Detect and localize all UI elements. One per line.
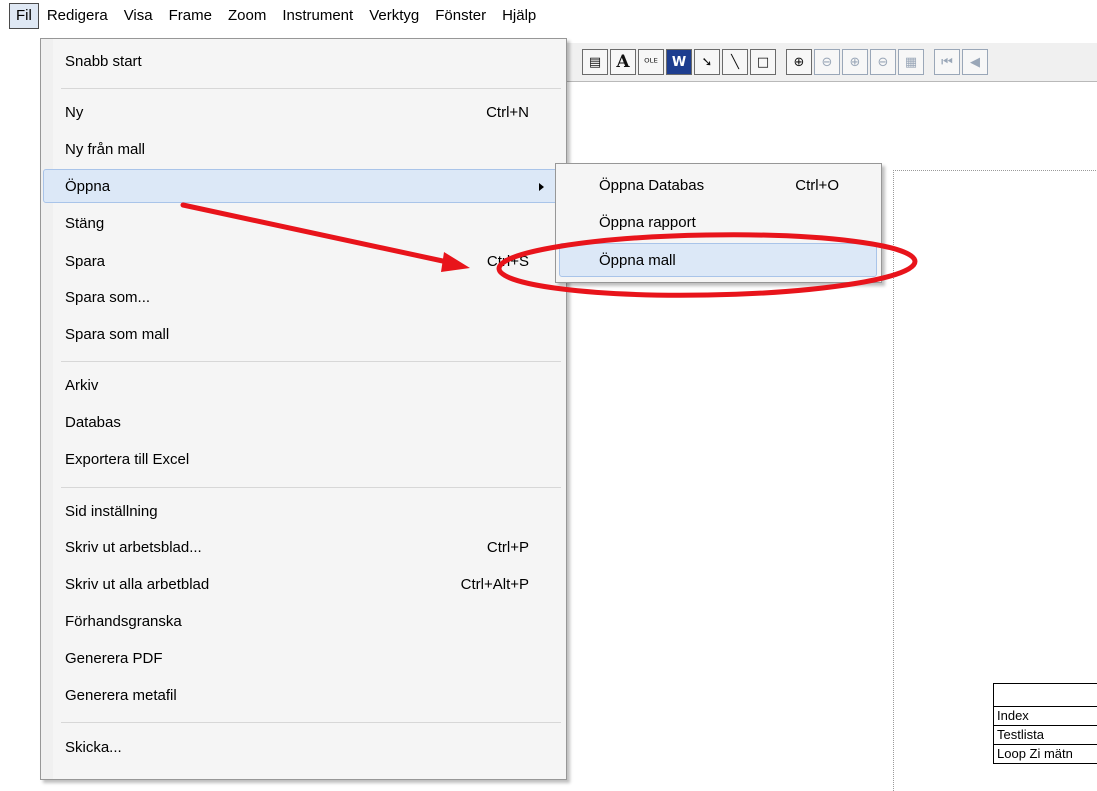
- zoom-out-icon[interactable]: ⊖: [814, 49, 840, 75]
- menu-item-label: Arkiv: [65, 377, 99, 394]
- menu-item-label: Ny från mall: [65, 141, 146, 158]
- menu-item-label: Generera PDF: [65, 650, 163, 667]
- title-block-row: Testlista: [993, 726, 1097, 745]
- text-icon[interactable]: A: [610, 49, 636, 75]
- menu-item-label: Snabb start: [65, 53, 142, 70]
- menu-fil[interactable]: Fil: [9, 3, 39, 29]
- menu-item-shortcut: Ctrl+S: [486, 253, 529, 270]
- menu-item-databas[interactable]: Databas: [43, 406, 563, 440]
- menu-fonster[interactable]: Fönster: [427, 3, 494, 29]
- menu-item-label: Exportera till Excel: [65, 451, 190, 468]
- menu-item-ny[interactable]: Ny Ctrl+N: [43, 96, 563, 130]
- submenu-item-oppna-rapport[interactable]: Öppna rapport: [559, 206, 877, 240]
- submenu-item-oppna-mall[interactable]: Öppna mall: [559, 243, 877, 277]
- menu-item-label: Generera metafil: [65, 687, 177, 704]
- menu-item-label: Skriv ut alla arbetblad: [65, 576, 210, 593]
- menu-separator: [61, 361, 561, 362]
- menu-bar: Fil Redigera Visa Frame Zoom Instrument …: [0, 0, 1097, 32]
- menu-item-shortcut: Ctrl+Alt+P: [460, 576, 529, 593]
- menu-item-spara-som[interactable]: Spara som...: [43, 281, 563, 315]
- page-icon[interactable]: ▦: [898, 49, 924, 75]
- zoom-minus-icon[interactable]: ⊖: [870, 49, 896, 75]
- title-block-row: Loop Zi mätn: [993, 745, 1097, 764]
- menu-item-sid-installning[interactable]: Sid inställning: [43, 495, 563, 529]
- menu-item-spara[interactable]: Spara Ctrl+S: [43, 245, 563, 279]
- menu-redigera[interactable]: Redigera: [39, 3, 116, 29]
- ole-icon[interactable]: ᴼᴸᴱ: [638, 49, 664, 75]
- submenu-item-label: Öppna mall: [599, 252, 676, 269]
- line-tool-icon[interactable]: ╲: [722, 49, 748, 75]
- submenu-item-oppna-databas[interactable]: Öppna Databas Ctrl+O: [559, 169, 877, 203]
- menu-hjalp[interactable]: Hjälp: [494, 3, 544, 29]
- menu-frame[interactable]: Frame: [161, 3, 220, 29]
- file-menu: Snabb start Ny Ctrl+N Ny från mall Öppna…: [40, 38, 567, 780]
- word-icon[interactable]: W: [666, 49, 692, 75]
- zoom-plus-icon[interactable]: ⊕: [842, 49, 868, 75]
- title-block-row: Index: [993, 707, 1097, 726]
- menu-item-arkiv[interactable]: Arkiv: [43, 369, 563, 403]
- open-submenu: Öppna Databas Ctrl+O Öppna rapport Öppna…: [555, 163, 882, 283]
- submenu-item-label: Öppna rapport: [599, 214, 696, 231]
- menu-item-shortcut: Ctrl+P: [486, 539, 529, 556]
- submenu-item-shortcut: Ctrl+O: [795, 177, 839, 194]
- menu-item-exportera-excel[interactable]: Exportera till Excel: [43, 443, 563, 477]
- submenu-arrow-icon: [539, 183, 544, 191]
- submenu-item-label: Öppna Databas: [599, 177, 705, 194]
- table-icon[interactable]: ▤: [582, 49, 608, 75]
- menu-item-stang[interactable]: Stäng: [43, 207, 563, 241]
- menu-item-skriv-ut-arbetsblad[interactable]: Skriv ut arbetsblad... Ctrl+P: [43, 531, 563, 565]
- menu-item-label: Öppna: [65, 178, 111, 195]
- menu-item-label: Stäng: [65, 215, 105, 232]
- menu-item-forhandsgranska[interactable]: Förhandsgranska: [43, 605, 563, 639]
- menu-item-label: Skriv ut arbetsblad...: [65, 539, 202, 556]
- zoom-in-icon[interactable]: ⊕: [786, 49, 812, 75]
- menu-separator: [61, 88, 561, 89]
- menu-zoom[interactable]: Zoom: [220, 3, 274, 29]
- menu-item-skicka[interactable]: Skicka...: [43, 731, 563, 765]
- menu-instrument[interactable]: Instrument: [274, 3, 361, 29]
- menu-item-label: Förhandsgranska: [65, 613, 182, 630]
- first-page-icon[interactable]: ⏮: [934, 49, 960, 75]
- menu-separator: [61, 487, 561, 488]
- menu-item-label: Spara: [65, 253, 106, 270]
- rectangle-tool-icon[interactable]: □: [750, 49, 776, 75]
- menu-item-label: Databas: [65, 414, 121, 431]
- title-block-row: [993, 683, 1097, 707]
- menu-item-label: Skicka...: [65, 739, 122, 756]
- menu-item-generera-pdf[interactable]: Generera PDF: [43, 642, 563, 676]
- menu-item-label: Sid inställning: [65, 503, 158, 520]
- prev-page-icon[interactable]: ◀: [962, 49, 988, 75]
- menu-separator: [61, 722, 561, 723]
- menu-item-label: Ny: [65, 104, 84, 121]
- menu-visa[interactable]: Visa: [116, 3, 161, 29]
- menu-item-label: Spara som mall: [65, 326, 170, 343]
- menu-verktyg[interactable]: Verktyg: [361, 3, 427, 29]
- menu-item-oppna[interactable]: Öppna: [43, 169, 563, 203]
- arrow-tool-icon[interactable]: ➘: [694, 49, 720, 75]
- menu-item-generera-metafil[interactable]: Generera metafil: [43, 679, 563, 713]
- title-block: Index Testlista Loop Zi mätn: [993, 683, 1097, 764]
- menu-item-label: Spara som...: [65, 289, 151, 306]
- menu-item-spara-som-mall[interactable]: Spara som mall: [43, 318, 563, 352]
- toolbar: ▤ A ᴼᴸᴱ W ➘ ╲ □ ⊕ ⊖ ⊕ ⊖ ▦ ⏮ ◀: [540, 43, 1097, 82]
- menu-item-ny-fran-mall[interactable]: Ny från mall: [43, 133, 563, 167]
- menu-item-shortcut: Ctrl+N: [486, 104, 529, 121]
- menu-item-skriv-ut-alla[interactable]: Skriv ut alla arbetblad Ctrl+Alt+P: [43, 568, 563, 602]
- menu-item-snabb-start[interactable]: Snabb start: [43, 45, 563, 79]
